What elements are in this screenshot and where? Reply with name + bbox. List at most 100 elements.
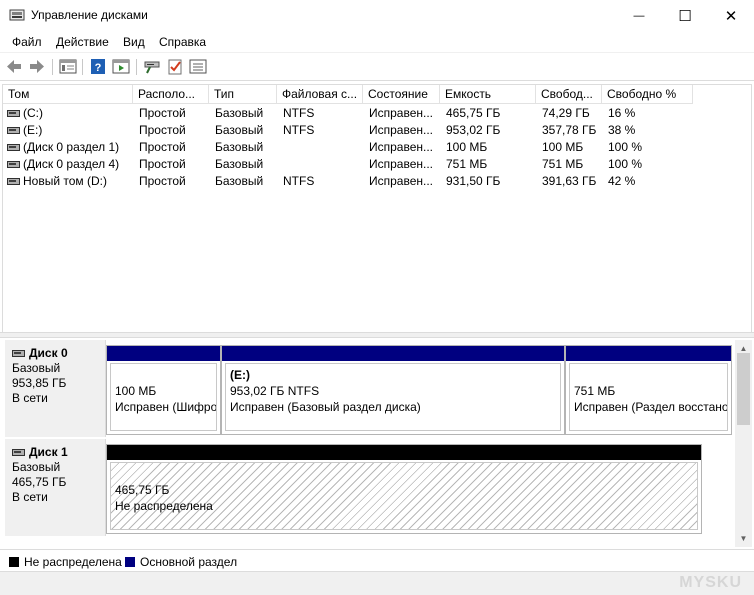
table-row[interactable]: (Диск 0 раздел 4) Простой Базовый Исправен.… [3, 156, 751, 173]
console-tree-icon[interactable] [58, 57, 78, 76]
table-cell: NTFS [283, 123, 315, 137]
disk-type: Базовый [12, 361, 61, 375]
table-cell: Простой [139, 174, 186, 188]
table-cell: 931,50 ГБ [446, 174, 501, 188]
forward-icon[interactable] [27, 57, 47, 76]
partition-status: Исправен (Раздел восстано [574, 400, 728, 414]
partition-body: 100 МБ Исправен (Шифро [110, 363, 217, 431]
table-cell: Базовый [215, 123, 264, 137]
table-cell: 16 % [608, 106, 636, 120]
status-bar: MYSKU [0, 571, 754, 595]
menu-file[interactable]: Файл [12, 35, 42, 49]
table-cell: 74,29 ГБ [542, 106, 590, 120]
pane-splitter[interactable] [0, 332, 754, 338]
partition-disk0-e[interactable]: (E:) 953,02 ГБ NTFS Исправен (Базовый ра… [221, 345, 565, 435]
table-cell: Базовый [215, 174, 264, 188]
disk-0-label[interactable]: Диск 0 Базовый 953,85 ГБ В сети [5, 340, 106, 437]
table-cell: 391,63 ГБ [542, 174, 597, 188]
table-cell: Новый том (D:) [23, 174, 107, 188]
partition-disk1-unallocated[interactable]: 465,75 ГБ Не распределена [106, 444, 702, 534]
table-cell: (Диск 0 раздел 4) [23, 157, 120, 171]
menu-help[interactable]: Справка [159, 35, 206, 49]
column-header-percent-free[interactable]: Свободно % [602, 85, 693, 104]
volume-icon [7, 144, 20, 151]
unallocated-swatch [9, 557, 19, 567]
column-header-capacity[interactable]: Емкость [440, 85, 536, 104]
table-row[interactable]: Новый том (D:) Простой Базовый NTFS Исправен… [3, 173, 751, 190]
disk-name: Диск 1 [29, 445, 68, 459]
scroll-down-icon[interactable]: ▼ [735, 530, 752, 547]
table-cell: 953,02 ГБ [446, 123, 501, 137]
disk-type: Базовый [12, 460, 61, 474]
partition-status: Исправен (Шифро [115, 400, 217, 414]
partition-size: 100 МБ [115, 384, 157, 398]
scroll-thumb[interactable] [737, 353, 750, 425]
table-cell: Простой [139, 140, 186, 154]
column-header-type[interactable]: Тип [209, 85, 277, 104]
table-cell: NTFS [283, 174, 315, 188]
help-icon[interactable]: ? [88, 57, 108, 76]
column-header-volume[interactable]: Том [3, 85, 133, 104]
column-header-free-space[interactable]: Свобод... [536, 85, 602, 104]
disk-name: Диск 0 [29, 346, 68, 360]
maximize-icon: ☐ [678, 7, 692, 25]
graphical-view-scrollbar[interactable]: ▲ ▼ [735, 340, 752, 547]
column-header-layout[interactable]: Располо... [133, 85, 209, 104]
table-cell: (E:) [23, 123, 43, 137]
table-cell: NTFS [283, 106, 315, 120]
minimize-button[interactable]: — [616, 0, 662, 31]
table-cell: Базовый [215, 157, 264, 171]
disk-status: В сети [12, 490, 48, 504]
window-title: Управление дисками [31, 8, 148, 22]
connect-icon[interactable] [142, 57, 162, 76]
table-row[interactable]: (C:) Простой Базовый NTFS Исправен... 465,75 … [3, 105, 751, 122]
menu-bar: Файл Действие Вид Справка [0, 31, 754, 53]
disk-size: 465,75 ГБ [12, 475, 67, 489]
menu-view[interactable]: Вид [123, 35, 145, 49]
disk-size: 953,85 ГБ [12, 376, 67, 390]
table-cell: 38 % [608, 123, 636, 137]
partition-title [115, 367, 216, 383]
disk-status: В сети [12, 391, 48, 405]
partition-status: Не распределена [115, 499, 213, 513]
table-row[interactable]: (Диск 0 раздел 1) Простой Базовый Исправен.… [3, 139, 751, 156]
table-cell: Простой [139, 106, 186, 120]
table-row[interactable]: (E:) Простой Базовый NTFS Исправен... 953,02 … [3, 122, 751, 139]
close-button[interactable]: ✕ [708, 0, 754, 31]
back-icon[interactable] [4, 57, 24, 76]
volume-icon [7, 127, 20, 134]
table-cell: Исправен... [369, 123, 434, 137]
primary-partition-bar [222, 346, 564, 361]
properties-list-icon[interactable] [188, 57, 208, 76]
primary-partition-swatch [125, 557, 135, 567]
title-bar[interactable]: Управление дисками — ☐ ✕ [0, 0, 754, 31]
disk-management-icon [9, 9, 25, 21]
table-cell: Исправен... [369, 140, 434, 154]
primary-partition-bar [566, 346, 731, 361]
primary-partition-bar [107, 346, 220, 361]
disk-1-label[interactable]: Диск 1 Базовый 465,75 ГБ В сети [5, 439, 106, 536]
partition-size: 465,75 ГБ [115, 483, 170, 497]
table-cell: Исправен... [369, 174, 434, 188]
toolbar-separator [82, 59, 83, 75]
column-header-filesystem[interactable]: Файловая с... [277, 85, 363, 104]
volume-icon [7, 161, 20, 168]
maximize-button[interactable]: ☐ [662, 0, 708, 31]
show-hide-action-pane-icon[interactable] [111, 57, 131, 76]
checkmark-icon[interactable] [165, 57, 185, 76]
table-cell: 100 МБ [446, 140, 488, 154]
column-header-status[interactable]: Состояние [363, 85, 440, 104]
table-cell: 751 МБ [542, 157, 584, 171]
table-cell: 751 МБ [446, 157, 488, 171]
menu-action[interactable]: Действие [56, 35, 109, 49]
table-cell: Базовый [215, 106, 264, 120]
table-cell: Базовый [215, 140, 264, 154]
volume-icon [7, 178, 20, 185]
table-cell: 357,78 ГБ [542, 123, 597, 137]
partition-title [574, 367, 727, 383]
volume-list[interactable]: Том Располо... Тип Файловая с... Состоян… [2, 84, 752, 332]
table-cell: 42 % [608, 174, 636, 188]
table-cell: Простой [139, 123, 186, 137]
partition-disk0-1[interactable]: 100 МБ Исправен (Шифро [106, 345, 221, 435]
partition-disk0-4[interactable]: 751 МБ Исправен (Раздел восстано [565, 345, 732, 435]
